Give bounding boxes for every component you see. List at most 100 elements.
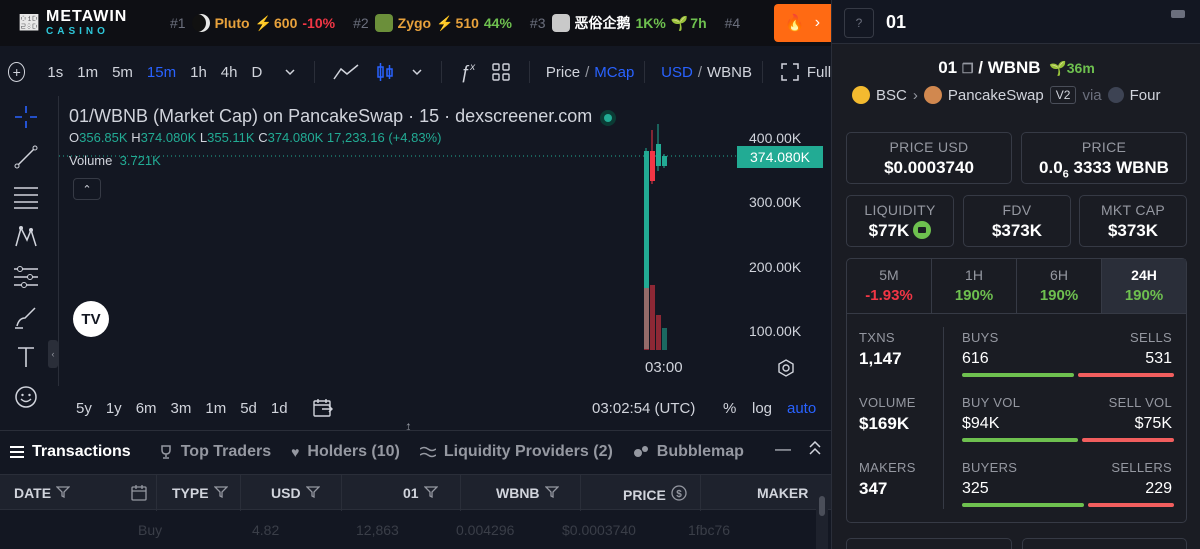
go-to-date-icon[interactable] [312,398,334,418]
alerts-button[interactable] [1021,538,1187,549]
chart-settings-icon[interactable] [776,358,796,378]
timeframe-15m[interactable]: 15m [147,64,176,81]
crosshair-icon[interactable] [11,102,41,132]
timeframe-5m[interactable]: 5m [112,64,133,81]
tab-6h[interactable]: 6H 190% [1017,259,1102,313]
tab-top-traders[interactable]: Top Traders [149,431,281,473]
layout-grid-icon[interactable] [491,62,511,82]
trending-next-button[interactable]: 🔥 › [774,4,831,42]
metawin-logo[interactable]: 𝊍 METAWIN CASINO [0,9,170,37]
brush-icon[interactable] [11,302,41,332]
usd-toggle[interactable]: USD [661,64,693,81]
pattern-icon[interactable] [11,222,41,252]
timeframe-1h[interactable]: 1h [190,64,207,81]
minimize-icon[interactable]: — [775,441,791,460]
divider [943,327,944,509]
tab-holders[interactable]: ♥ Holders (10) [281,431,410,473]
copy-icon[interactable]: ❐ [962,61,974,76]
tab-24h[interactable]: 24H 190% [1102,259,1186,313]
add-symbol-icon[interactable]: + [8,62,26,82]
col-maker[interactable]: MAKER [757,485,808,501]
volume-label: Volume [69,153,113,168]
buys-value: 616 [962,350,989,367]
timeframe-4h[interactable]: 4h [221,64,238,81]
range-3m[interactable]: 3m [171,400,192,417]
fullscreen-label[interactable]: Full [807,64,831,81]
filter-icon[interactable] [543,485,560,501]
tab-1h[interactable]: 1H 190% [932,259,1017,313]
trending-item[interactable]: #4 [725,15,747,31]
tab-liquidity-providers[interactable]: Liquidity Providers (2) [410,431,623,473]
fullscreen-icon[interactable] [781,63,799,81]
price-toggle[interactable]: Price [546,64,580,81]
price-axis[interactable]: 400.00K 300.00K 200.00K 100.00K [749,96,832,386]
range-5y[interactable]: 5y [76,400,92,417]
tab-label: Liquidity Providers (2) [443,442,613,460]
table-scrollbar[interactable] [816,494,828,549]
col-wbnb[interactable]: WBNB [496,485,560,501]
tab-bubblemap[interactable]: Bubblemap [623,431,754,473]
close-label: C [258,130,268,145]
timeframe-d[interactable]: D [251,64,262,81]
tab-transactions[interactable]: Transactions [0,431,141,473]
range-1y[interactable]: 1y [106,400,122,417]
filter-icon[interactable] [304,485,321,501]
col-usd[interactable]: USD [271,485,321,501]
log-scale-toggle[interactable]: log [752,400,772,417]
price-chart[interactable]: 01/WBNB (Market Cap) on PancakeSwap · 15… [58,96,831,386]
chevron-down-icon[interactable] [411,66,423,78]
filter-icon[interactable] [55,485,71,501]
watchlist-button[interactable] [846,538,1012,549]
chevron-down-icon[interactable] [284,66,296,78]
tf-value: 190% [1124,287,1164,304]
filter-icon[interactable] [423,485,439,501]
calendar-icon[interactable] [131,485,147,501]
dex-name[interactable]: PancakeSwap [948,87,1044,104]
tab-5m[interactable]: 5M -1.93% [847,259,932,313]
volume-bar [662,328,667,350]
range-1m[interactable]: 1m [205,400,226,417]
trending-item[interactable]: #3 恶俗企鹅 1K% 🌱 7h [530,13,707,33]
prediction-icon[interactable] [11,262,41,292]
chain-name[interactable]: BSC [876,87,907,104]
tradingview-logo[interactable]: TV [73,301,109,337]
text-tool-icon[interactable] [11,342,41,372]
indicators-icon[interactable]: ƒx [460,62,475,83]
table-row[interactable]: Buy 4.82 12,863 0.004296 $0.0003740 1fbc… [0,520,815,549]
col-price[interactable]: PRICE $ [623,485,687,504]
col-type[interactable]: TYPE [172,485,229,501]
timeframe-1s[interactable]: 1s [47,64,63,81]
dollar-icon[interactable]: $ [671,485,687,504]
collapse-toolbar-button[interactable]: ‹ [48,340,58,368]
lock-icon[interactable] [913,221,932,239]
trending-item[interactable]: #2 Zygo ⚡ 510 44% [353,14,512,32]
timeframe-1m[interactable]: 1m [77,64,98,81]
drawing-toolbar [0,96,52,430]
chart-toolbar: + 1s 1m 5m 15m 1h 4h D ƒx Price / MCap U… [0,52,831,92]
range-1d[interactable]: 1d [271,400,288,417]
scrollbar-thumb[interactable] [819,496,825,516]
cell-maker[interactable]: 1fbc76 [688,522,730,538]
range-5d[interactable]: 5d [240,400,257,417]
panel-toggle-icon[interactable] [1171,10,1185,18]
range-6m[interactable]: 6m [136,400,157,417]
col-date[interactable]: DATE [14,485,71,501]
emoji-icon[interactable] [11,382,41,412]
utc-clock[interactable]: 03:02:54 (UTC) [592,400,695,417]
line-chart-icon[interactable] [333,63,359,81]
mcap-toggle[interactable]: MCap [594,64,634,81]
candle-chart-icon[interactable] [375,62,395,82]
trending-item[interactable]: #1 Pluto ⚡ 600 -10% [170,14,335,32]
collapse-legend-button[interactable]: ⌃ [73,178,101,200]
trend-line-icon[interactable] [11,142,41,172]
wbnb-toggle[interactable]: WBNB [707,64,752,81]
expand-up-icon[interactable] [809,440,821,460]
filter-icon[interactable] [213,485,229,501]
percent-scale-toggle[interactable]: % [723,400,736,417]
col-token[interactable]: 01 [403,485,439,501]
via-name[interactable]: Four [1130,87,1161,104]
divider [240,475,241,511]
fib-retracement-icon[interactable] [11,182,41,212]
auto-scale-toggle[interactable]: auto [787,400,816,417]
tf-value: -1.93% [865,287,913,304]
